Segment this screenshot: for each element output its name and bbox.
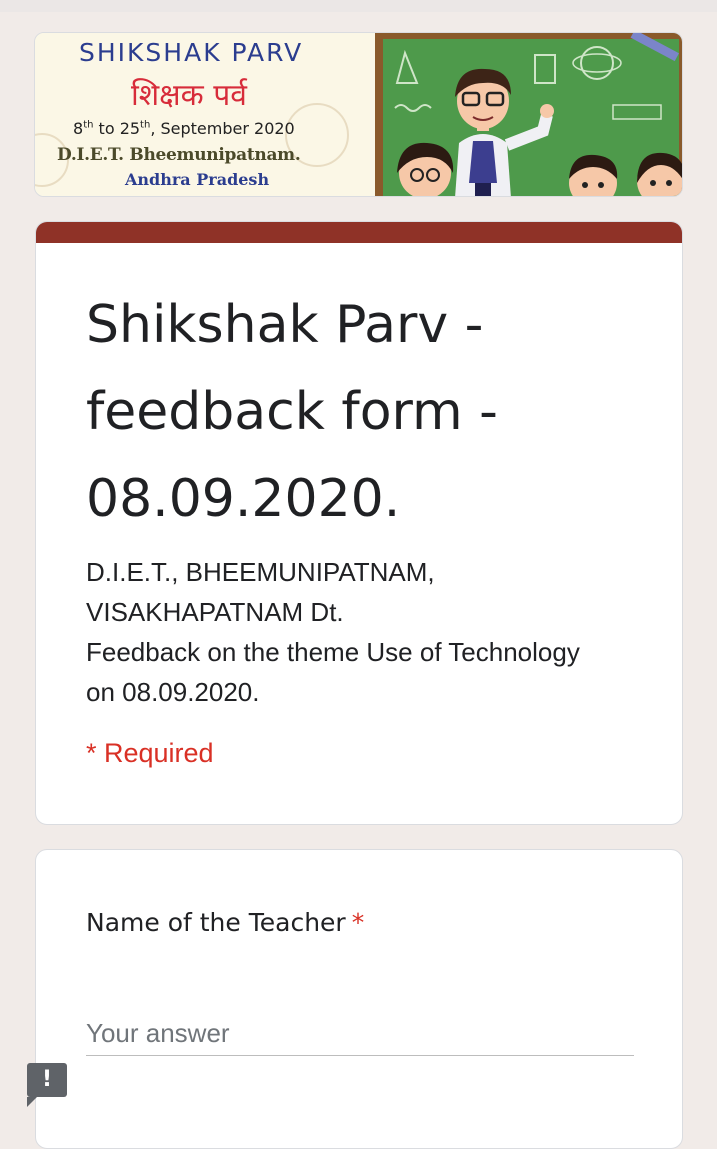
teacher-name-input[interactable]: [86, 1012, 634, 1056]
description-line: on 08.09.2020.: [86, 677, 260, 707]
header-banner-image: SHIKSHAK PARV शिक्षक पर्व 8th to 25th, S…: [34, 32, 683, 197]
description-line: Feedback on the theme Use of Technology: [86, 637, 580, 667]
form-description: D.I.E.T., BHEEMUNIPATNAM, VISAKHAPATNAM …: [86, 552, 656, 712]
top-strip: [0, 0, 717, 12]
teacher-classroom-illustration: [375, 33, 682, 196]
banner-title-hindi: शिक्षक पर्व: [131, 78, 247, 113]
banner-text-panel: SHIKSHAK PARV शिक्षक पर्व 8th to 25th, S…: [35, 33, 375, 196]
question-label: Name of the Teacher: [86, 908, 346, 937]
form-header-card: Shikshak Parv - feedback form - 08.09.20…: [35, 221, 683, 825]
banner-dates: 8th to 25th, September 2020: [73, 119, 295, 138]
banner-illustration: [375, 33, 682, 196]
required-note: * Required: [86, 738, 214, 768]
question-title: Name of the Teacher *: [86, 908, 364, 937]
exclamation-icon: !: [41, 1067, 53, 1092]
banner-title-english: SHIKSHAK PARV: [79, 38, 304, 67]
description-line: D.I.E.T., BHEEMUNIPATNAM,: [86, 557, 435, 587]
card-accent-bar: [36, 222, 682, 243]
banner-state: Andhra Pradesh: [125, 170, 270, 189]
question-card-teacher-name: Name of the Teacher *: [35, 849, 683, 1149]
description-line: VISAKHAPATNAM Dt.: [86, 597, 344, 627]
required-asterisk: *: [351, 908, 365, 937]
banner-institution: D.I.E.T. Bheemunipatnam.: [57, 145, 301, 165]
form-title: Shikshak Parv - feedback form - 08.09.20…: [86, 295, 498, 529]
report-abuse-button[interactable]: !: [27, 1063, 67, 1107]
